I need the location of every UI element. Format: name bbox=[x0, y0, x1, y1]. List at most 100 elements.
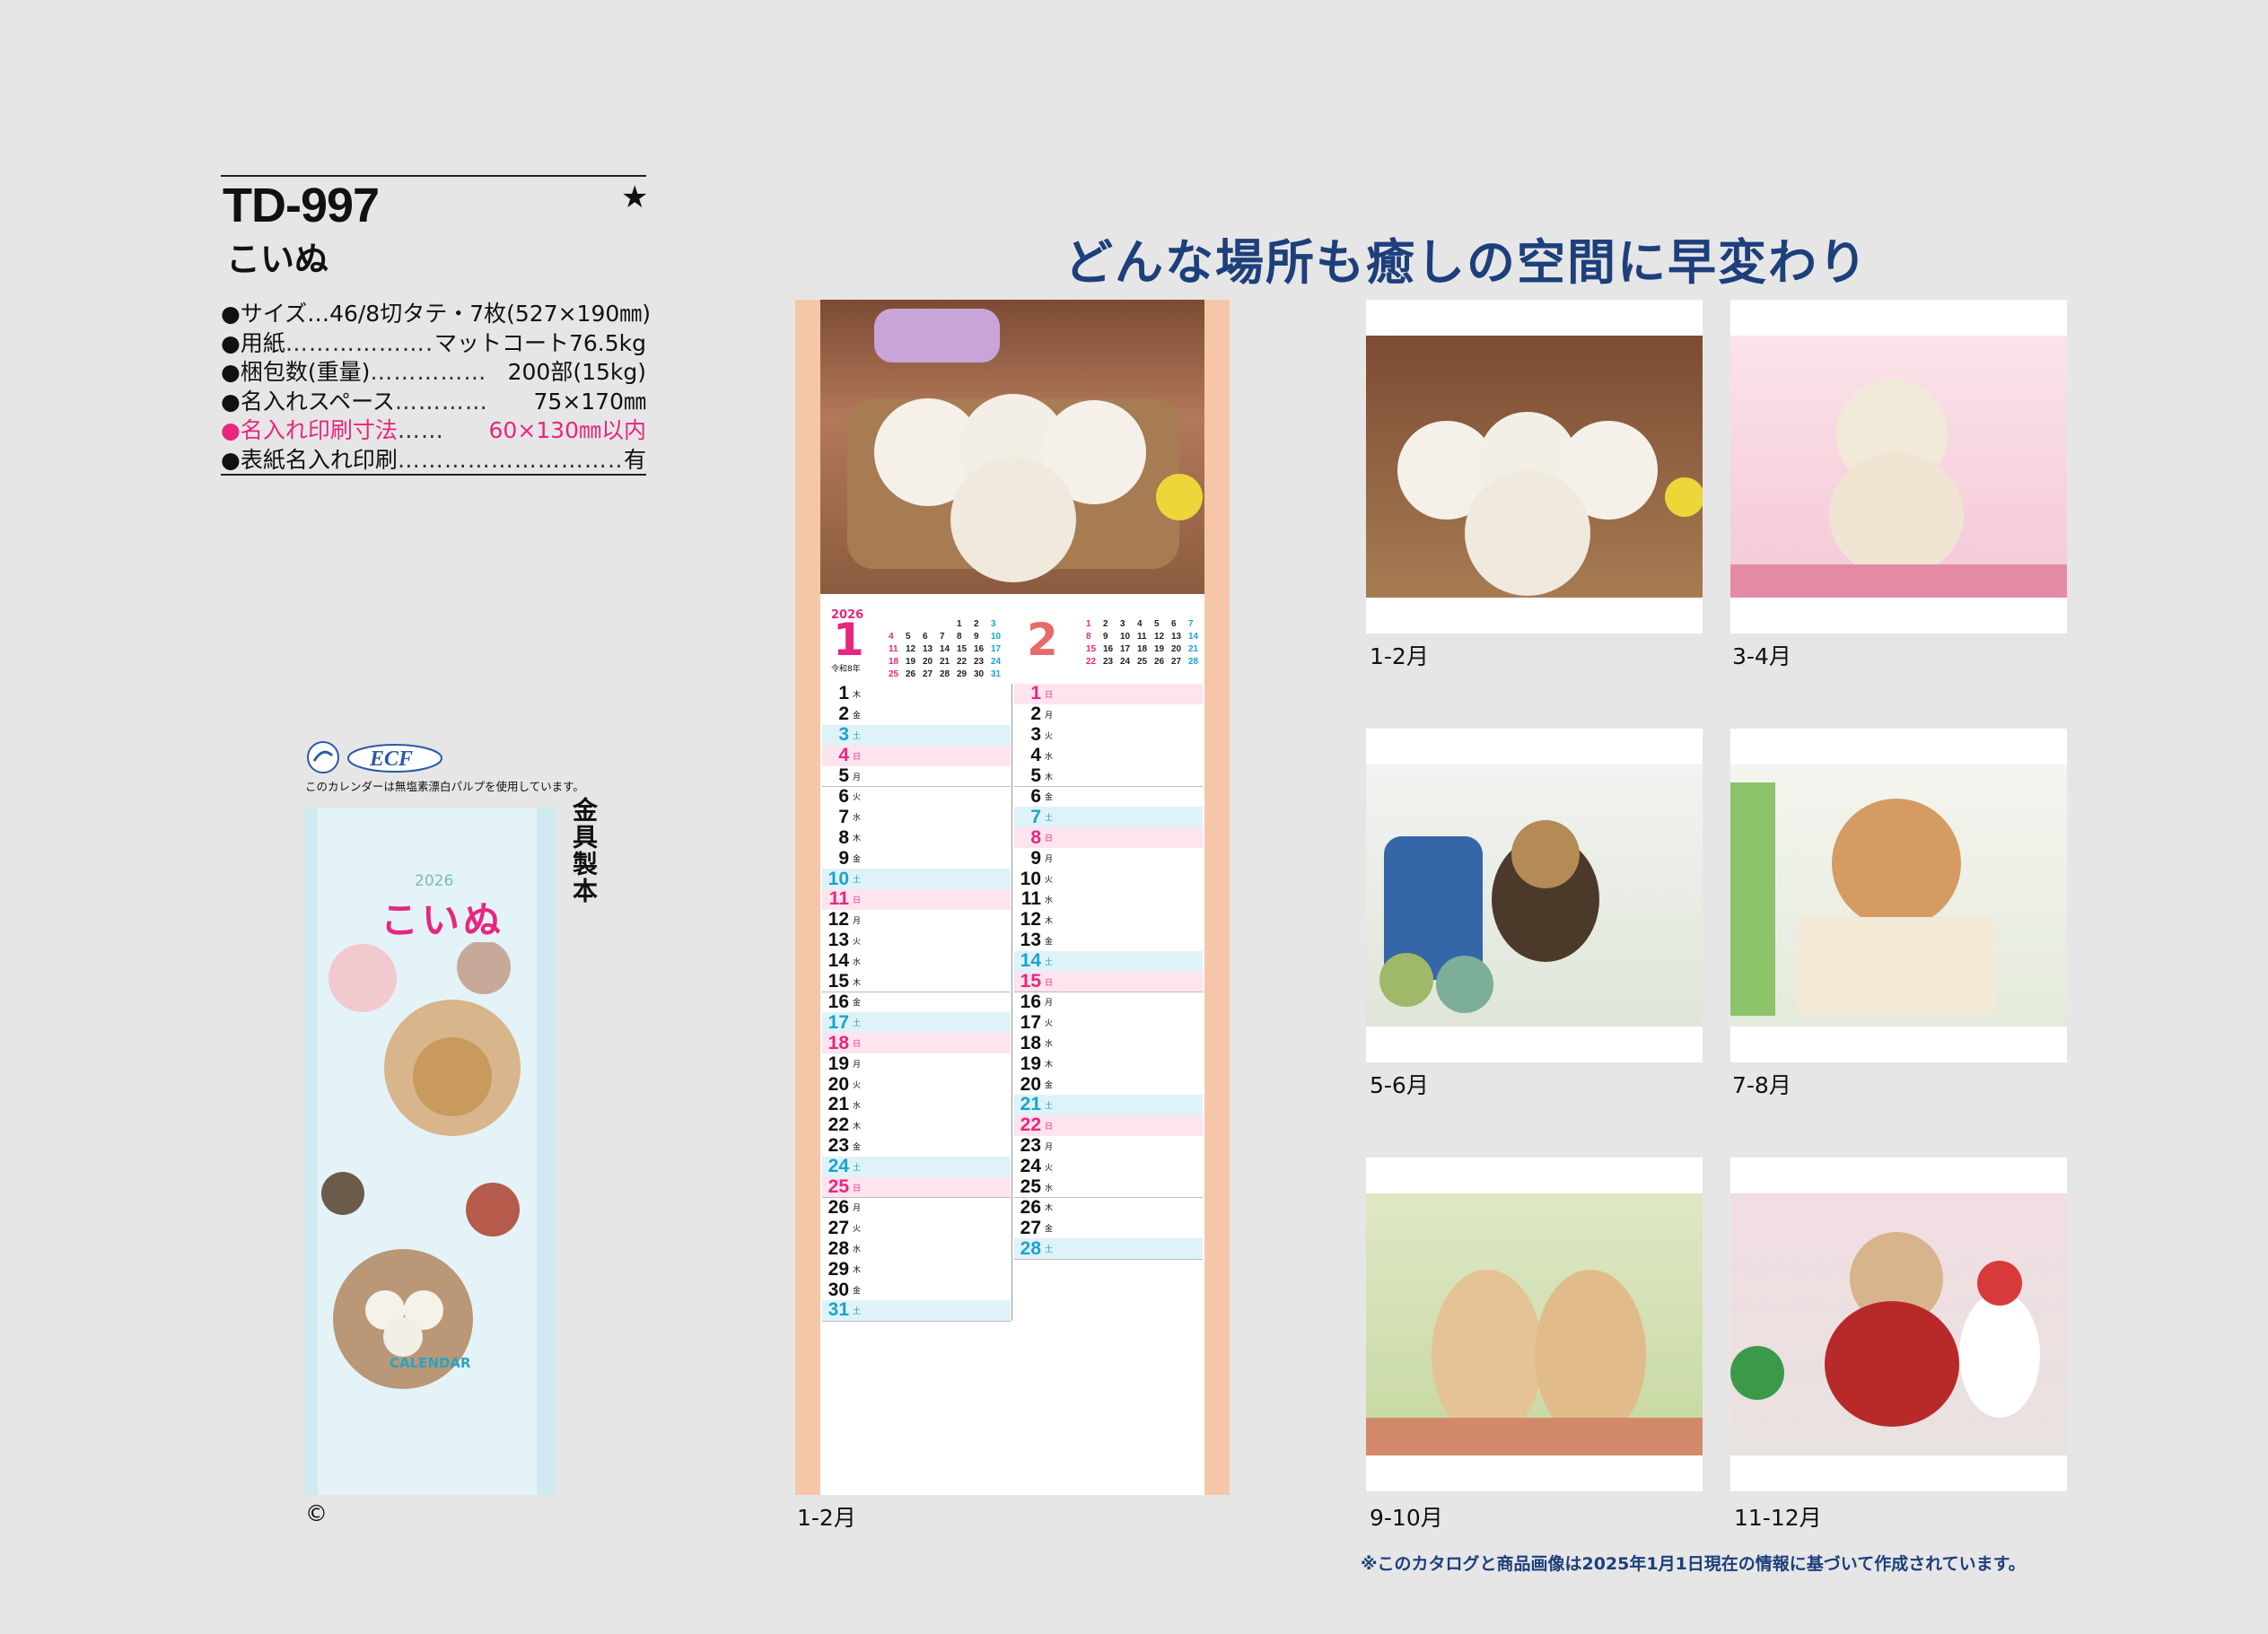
jan-day-row: 24 土 bbox=[822, 1156, 1011, 1178]
day-number: 8 bbox=[1030, 826, 1041, 848]
day-number: 21 bbox=[828, 1094, 849, 1115]
weekday: 木 bbox=[853, 977, 862, 987]
mini-day: 2 bbox=[1103, 619, 1108, 629]
mini-day: 20 bbox=[923, 657, 933, 667]
jan-day-row: 12 月 bbox=[822, 909, 1011, 931]
weekday: 木 bbox=[1045, 915, 1054, 925]
day-number: 21 bbox=[1020, 1094, 1041, 1115]
feb-day-row: 4水 bbox=[1014, 745, 1203, 767]
day-grid: 1 木 2 金 3 土 4 日 5 月 6 火 7 水 8 木 9 金 10 土 11 日 12 月 13 火 14 水 15 木 16 金 1… bbox=[820, 683, 1204, 1322]
mini-day: 7 bbox=[940, 632, 945, 642]
mini-day: 10 bbox=[991, 632, 1002, 642]
day-number: 10 bbox=[1020, 868, 1041, 889]
main-month1: 1 bbox=[833, 614, 864, 666]
weekday: 木 bbox=[853, 1265, 862, 1275]
jan-day-row: 21 水 bbox=[822, 1094, 1011, 1116]
star-icon: ★ bbox=[621, 179, 649, 215]
product-code: TD-997 bbox=[223, 179, 380, 232]
jan-day-row: 17 土 bbox=[822, 1012, 1011, 1035]
jan-day-row: 26 月 bbox=[822, 1196, 1011, 1219]
thumbnail-label-nov-dec: 11-12月 bbox=[1734, 1505, 1822, 1531]
weekday: 日 bbox=[1045, 689, 1054, 699]
thumbnail-nov-dec bbox=[1730, 1158, 2067, 1491]
weekday: 火 bbox=[1045, 1018, 1054, 1028]
weekday: 水 bbox=[1045, 751, 1054, 761]
jan-day-row: 8木 bbox=[822, 827, 1011, 850]
day-number: 24 bbox=[1020, 1156, 1041, 1177]
day-number: 28 bbox=[1020, 1237, 1041, 1259]
weekday: 水 bbox=[853, 813, 862, 823]
mini-day: 16 bbox=[1103, 644, 1114, 654]
mini-day: 18 bbox=[1137, 644, 1148, 654]
day-number: 12 bbox=[1020, 909, 1041, 931]
day-number: 31 bbox=[828, 1299, 849, 1321]
jan-day-row: 10 土 bbox=[822, 869, 1011, 890]
weekday: 日 bbox=[853, 1039, 862, 1049]
jan-day-row: 16 金 bbox=[822, 992, 1011, 1014]
day-number: 18 bbox=[1020, 1032, 1041, 1053]
weekday: 月 bbox=[1045, 1141, 1054, 1151]
mini-day: 24 bbox=[1120, 657, 1131, 667]
weekday: 火 bbox=[853, 1080, 862, 1090]
weekday: 金 bbox=[1045, 792, 1054, 802]
weekday: 木 bbox=[1045, 1203, 1054, 1213]
day-number: 15 bbox=[828, 971, 849, 992]
weekday: 木 bbox=[853, 834, 862, 843]
weekday: 木 bbox=[853, 1121, 862, 1131]
mini-day: 28 bbox=[1188, 657, 1199, 667]
jan-day-row: 28 水 bbox=[822, 1238, 1011, 1261]
mini-day: 1 bbox=[1086, 619, 1091, 629]
feb-day-row: 27 金 bbox=[1014, 1218, 1203, 1240]
day-number: 11 bbox=[828, 888, 849, 910]
feb-day-row: 13 金 bbox=[1014, 930, 1203, 952]
feb-day-row: 16 月 bbox=[1014, 992, 1203, 1014]
weekday: 金 bbox=[853, 710, 862, 720]
feb-day-row: 11 水 bbox=[1014, 888, 1203, 911]
mini-day: 15 bbox=[1086, 644, 1097, 654]
day-number: 3 bbox=[838, 724, 849, 746]
weekday: 火 bbox=[1045, 875, 1054, 885]
day-number: 11 bbox=[1020, 888, 1041, 910]
mini-day: 5 bbox=[1154, 619, 1160, 629]
weekday: 水 bbox=[853, 1100, 862, 1110]
mini-day: 9 bbox=[1103, 632, 1108, 642]
mini-day: 8 bbox=[1086, 632, 1091, 642]
mini-day: 19 bbox=[906, 657, 916, 667]
day-number: 12 bbox=[828, 909, 849, 931]
day-number: 10 bbox=[828, 868, 849, 889]
mini-day: 17 bbox=[991, 644, 1002, 654]
mini-day: 11 bbox=[1137, 632, 1147, 642]
day-number: 7 bbox=[1030, 806, 1041, 827]
weekday: 日 bbox=[1045, 834, 1054, 843]
weekday: 火 bbox=[853, 792, 862, 802]
spec-print-size: ●名入れ印刷寸法…… 60×130㎜以内 bbox=[221, 417, 646, 443]
spec-package: ●梱包数(重量)…………… 200部(15kg) bbox=[221, 359, 646, 385]
day-number: 3 bbox=[1030, 724, 1041, 746]
jan-day-row: 25 日 bbox=[822, 1176, 1011, 1199]
main-month2: 2 bbox=[1027, 614, 1058, 666]
feb-day-row: 8日 bbox=[1014, 826, 1203, 850]
spec-list: ●サイズ…46/8切タテ・7枚(527×190㎜) ●用紙…………………………マ… bbox=[221, 300, 651, 475]
cover-calendar: 2026 こいぬ CALENDAR bbox=[305, 808, 556, 1495]
weekday: 土 bbox=[853, 1306, 862, 1315]
mini-day: 19 bbox=[1154, 644, 1165, 654]
mini-day: 24 bbox=[991, 657, 1002, 667]
mini-day: 6 bbox=[1171, 619, 1177, 629]
mini-day: 22 bbox=[1086, 657, 1097, 667]
feb-day-row: 12 木 bbox=[1014, 909, 1203, 931]
weekday: 火 bbox=[853, 936, 862, 946]
mini-day: 13 bbox=[1171, 632, 1182, 642]
weekday: 木 bbox=[853, 689, 862, 699]
main-calendar-label: 1-2月 bbox=[797, 1505, 856, 1531]
day-number: 13 bbox=[1020, 930, 1041, 951]
day-number: 9 bbox=[1030, 847, 1041, 869]
weekday: 日 bbox=[1045, 977, 1054, 987]
mini-day: 13 bbox=[923, 644, 933, 654]
jan-day-row: 15 木 bbox=[822, 971, 1011, 993]
mini-day: 7 bbox=[1188, 619, 1194, 629]
weekday: 日 bbox=[853, 751, 862, 761]
day-number: 26 bbox=[828, 1196, 849, 1218]
weekday: 金 bbox=[1045, 936, 1054, 946]
product-name: こいぬ bbox=[226, 240, 329, 279]
weekday: 土 bbox=[1045, 1245, 1054, 1254]
